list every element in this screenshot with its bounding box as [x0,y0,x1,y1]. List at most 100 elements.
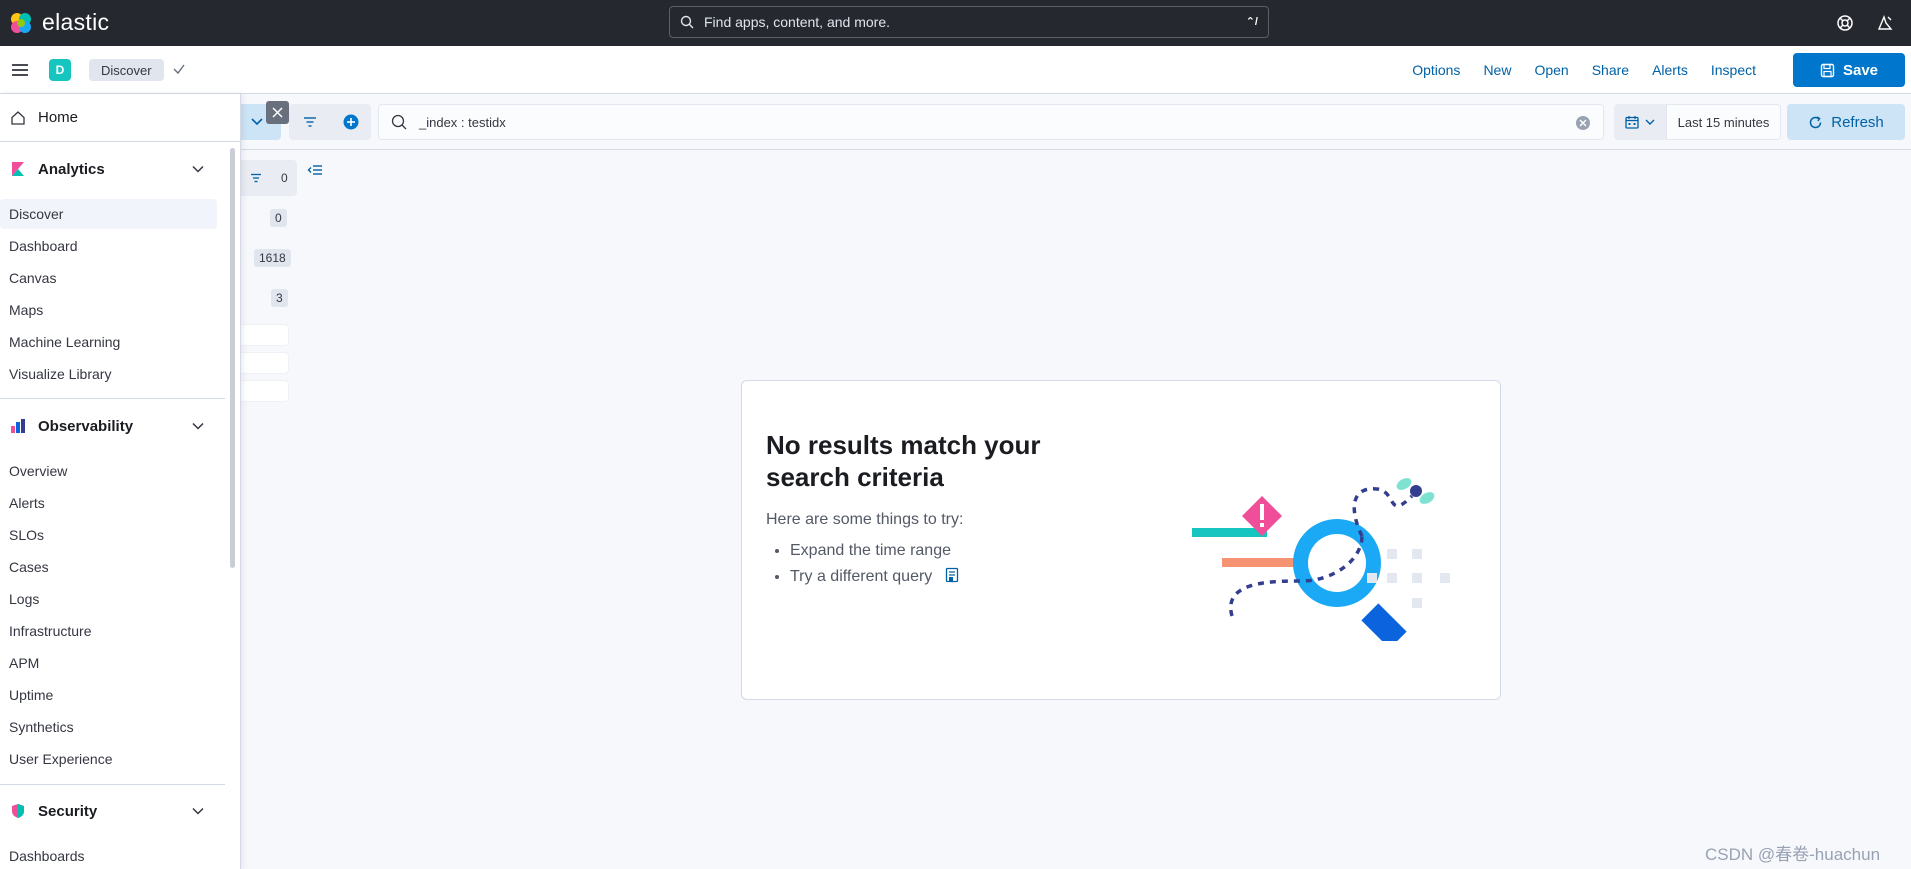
no-results-panel: No results match your search criteria He… [741,380,1501,700]
global-search-input[interactable] [704,14,1224,30]
space-avatar[interactable]: D [49,59,71,81]
nav-item-canvas[interactable]: Canvas [0,263,217,293]
filter-menu-button[interactable] [289,104,331,140]
date-range-display[interactable]: Last 15 minutes [1666,104,1781,140]
news-feed-icon[interactable] [1874,12,1896,34]
search-icon [391,114,407,130]
nav-item-visualize-library[interactable]: Visualize Library [0,359,217,389]
no-results-title: No results match your search criteria [766,430,1041,492]
breadcrumb-discover: Discover [89,59,164,81]
nav-divider [0,398,225,399]
check-icon [173,64,185,75]
filter-icon [251,173,262,183]
query-bar: _index : testidx Last 15 minutes Refresh [241,94,1911,150]
field-row[interactable] [241,324,289,346]
home-icon [11,110,25,125]
field-filter-count: 0 [280,171,288,185]
chevron-down-icon [192,807,204,815]
chevron-down-icon [251,118,263,126]
field-count-badge: 3 [271,289,288,307]
global-header: elastic ⌃/ [0,0,1911,46]
nav-divider [0,784,225,785]
open-link[interactable]: Open [1534,62,1568,78]
field-row[interactable] [241,380,289,402]
nav-item-user-experience[interactable]: User Experience [0,744,217,774]
search-icon [680,15,694,29]
field-count-badge: 0 [270,209,287,227]
nav-item-uptime[interactable]: Uptime [0,680,217,710]
save-icon [1820,63,1835,77]
chevron-down-icon [192,422,204,430]
nav-group-observability[interactable]: Observability [0,406,225,446]
field-count-badge: 1618 [254,249,291,267]
documentation-icon[interactable] [945,567,959,583]
options-link[interactable]: Options [1412,62,1460,78]
nav-item-apm[interactable]: APM [0,648,217,678]
refresh-icon [1810,115,1822,128]
nav-item-cases[interactable]: Cases [0,552,217,582]
nav-item-dashboard[interactable]: Dashboard [0,231,217,261]
collapse-sidebar-icon[interactable] [307,162,323,178]
close-nav-button[interactable] [266,101,289,124]
share-link[interactable]: Share [1592,62,1629,78]
nav-group-label: Observability [38,417,134,435]
calendar-icon [1625,116,1639,129]
query-text[interactable]: _index : testidx [419,115,506,130]
add-filter-button[interactable] [331,104,371,140]
hamburger-icon [12,64,28,76]
refresh-button[interactable]: Refresh [1787,104,1905,140]
nav-item-discover[interactable]: Discover [0,199,217,229]
observability-icon [11,419,25,433]
nav-group-security[interactable]: Security [0,791,225,831]
no-results-illustration [1192,478,1450,641]
nav-group-label: Security [38,802,98,820]
app-header: D Discover Options New Open Share Alerts… [0,46,1911,94]
elastic-logo[interactable]: elastic [8,9,109,36]
close-icon [272,107,283,118]
watermark: CSDN @春卷-huachun [1705,845,1881,864]
side-nav: Home Analytics Discover Dashboard Canvas… [0,94,241,869]
nav-group-analytics[interactable]: Analytics [0,149,225,189]
field-type-filter-button[interactable]: 0 [241,160,297,196]
quick-date-menu-button[interactable] [1614,104,1666,140]
nav-home[interactable]: Home [0,94,240,142]
nav-item-maps[interactable]: Maps [0,295,217,325]
top-nav-menu: Options New Open Share Alerts Inspect [1412,46,1779,94]
kibana-icon [12,162,24,176]
elastic-logo-icon [11,12,31,33]
chevron-down-icon [1645,119,1655,125]
nav-item-alerts[interactable]: Alerts [0,488,217,518]
nav-item-infrastructure[interactable]: Infrastructure [0,616,217,646]
suggestion-item: Try a different query [790,564,959,590]
nav-item-machine-learning[interactable]: Machine Learning [0,327,217,357]
brand-name: elastic [42,9,110,35]
filter-icon [304,117,316,127]
no-results-subtitle: Here are some things to try: [766,511,964,528]
nav-item-synthetics[interactable]: Synthetics [0,712,217,742]
alerts-link[interactable]: Alerts [1652,62,1688,78]
field-row[interactable] [241,352,289,374]
save-label: Save [1842,61,1879,79]
nav-item-slos[interactable]: SLOs [0,520,217,550]
nav-item-overview[interactable]: Overview [0,456,217,486]
security-icon [12,804,24,818]
chevron-down-icon [192,165,204,173]
new-link[interactable]: New [1483,62,1511,78]
search-shortcut: ⌃/ [1245,16,1258,28]
inspect-link[interactable]: Inspect [1711,62,1756,78]
kql-query-input[interactable]: _index : testidx [378,104,1604,140]
menu-toggle-button[interactable] [10,60,30,80]
nav-item-dashboards[interactable]: Dashboards [0,841,217,869]
save-button[interactable]: Save [1793,53,1905,87]
nav-group-label: Analytics [38,160,105,178]
help-icon[interactable] [1834,12,1856,34]
plus-circle-icon [343,114,359,130]
nav-home-label: Home [38,109,79,126]
nav-item-logs[interactable]: Logs [0,584,217,614]
suggestion-item: Expand the time range [790,538,959,564]
refresh-label: Refresh [1831,113,1884,131]
nav-scrollbar[interactable] [230,148,235,568]
suggestions-list: Expand the time range Try a different qu… [790,538,959,590]
global-search[interactable]: ⌃/ [669,6,1269,38]
clear-icon[interactable] [1575,115,1591,131]
